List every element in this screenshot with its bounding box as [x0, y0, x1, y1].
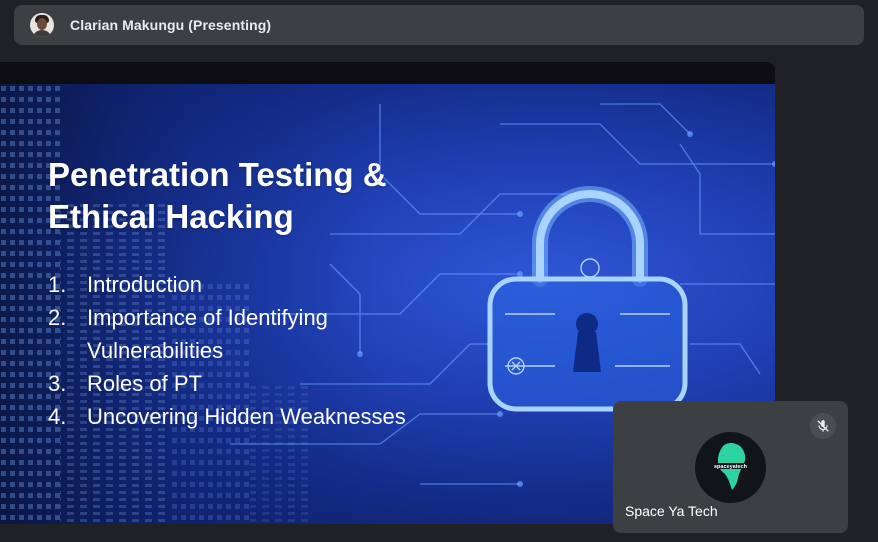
participant-name: Space Ya Tech — [625, 503, 718, 519]
list-item-text: Roles of PT — [87, 371, 202, 396]
list-item-number — [48, 334, 87, 367]
agenda-list: 1. Introduction 2. Importance of Identifyi… — [48, 268, 448, 433]
list-item-number: 1. — [48, 272, 67, 297]
list-item: 1. Introduction — [48, 268, 448, 301]
list-item-text: Vulnerabilities — [87, 338, 224, 363]
logo-text: spaceyatech — [714, 464, 748, 470]
list-item-number: 2. — [48, 305, 67, 330]
presenter-name: Clarian Makungu (Presenting) — [70, 17, 272, 33]
list-item-number: 4. — [48, 404, 67, 429]
list-item-text: Importance of Identifying — [87, 305, 328, 330]
presenter-avatar — [30, 13, 54, 37]
participant-avatar: spaceyatech — [695, 432, 766, 503]
list-item-text: Uncovering Hidden Weaknesses — [87, 404, 406, 429]
list-item: 4. Uncovering Hidden Weaknesses — [48, 400, 448, 433]
slide-title-line-2: Ethical Hacking — [48, 198, 294, 235]
slide-title-line-1: Penetration Testing & — [48, 156, 387, 193]
list-item: Vulnerabilities — [48, 334, 448, 367]
list-item: 3. Roles of PT — [48, 367, 448, 400]
mic-off-icon — [810, 413, 836, 439]
list-item-text: Introduction — [87, 272, 202, 297]
slide-title: Penetration Testing & Ethical Hacking — [48, 154, 428, 238]
list-item-number: 3. — [48, 371, 67, 396]
spaceyatech-logo-icon: spaceyatech — [714, 442, 748, 490]
presenter-bar: Clarian Makungu (Presenting) — [14, 5, 864, 45]
participant-tile[interactable]: spaceyatech Space Ya Tech — [613, 401, 848, 533]
meeting-stage: Clarian Makungu (Presenting) Penetration… — [0, 0, 878, 542]
list-item: 2. Importance of Identifying — [48, 301, 448, 334]
